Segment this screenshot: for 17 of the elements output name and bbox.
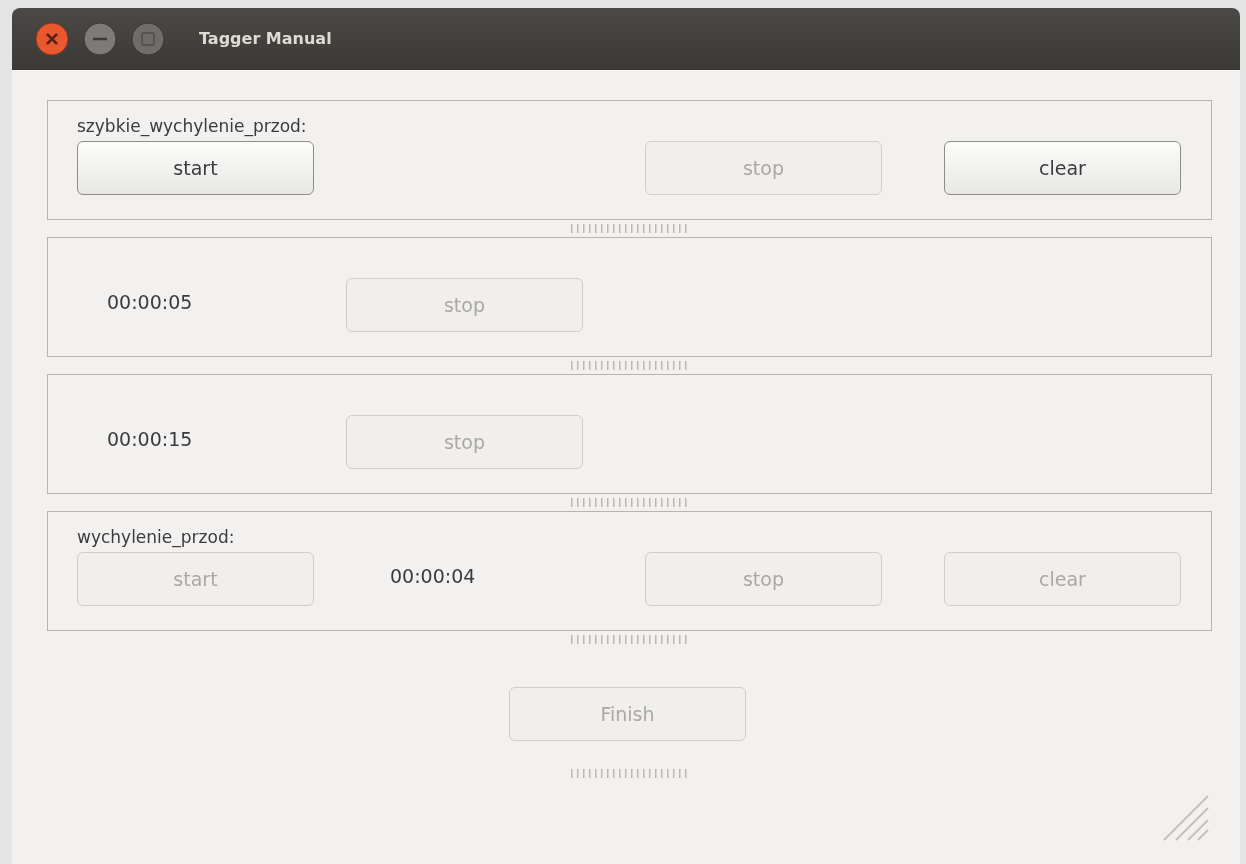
splitter-handle[interactable]: [569, 224, 690, 233]
group-label: szybkie_wychylenie_przod:: [77, 115, 307, 137]
clear-button[interactable]: clear: [944, 141, 1181, 195]
splitter-handle[interactable]: [569, 498, 690, 507]
minimize-icon[interactable]: [83, 22, 117, 56]
window-title: Tagger Manual: [199, 28, 332, 50]
resize-grip-icon[interactable]: [1162, 794, 1210, 842]
splitter-handle[interactable]: [569, 361, 690, 370]
splitter-handle[interactable]: [569, 769, 690, 778]
timer-text: 00:00:04: [389, 563, 476, 589]
close-icon[interactable]: [35, 22, 69, 56]
group-label: wychylenie_przod:: [77, 526, 235, 548]
maximize-icon[interactable]: [131, 22, 165, 56]
timer-text: 00:00:05: [106, 289, 193, 315]
splitter-handle[interactable]: [569, 635, 690, 644]
timer-text: 00:00:15: [106, 426, 193, 452]
start-button[interactable]: start: [77, 141, 314, 195]
